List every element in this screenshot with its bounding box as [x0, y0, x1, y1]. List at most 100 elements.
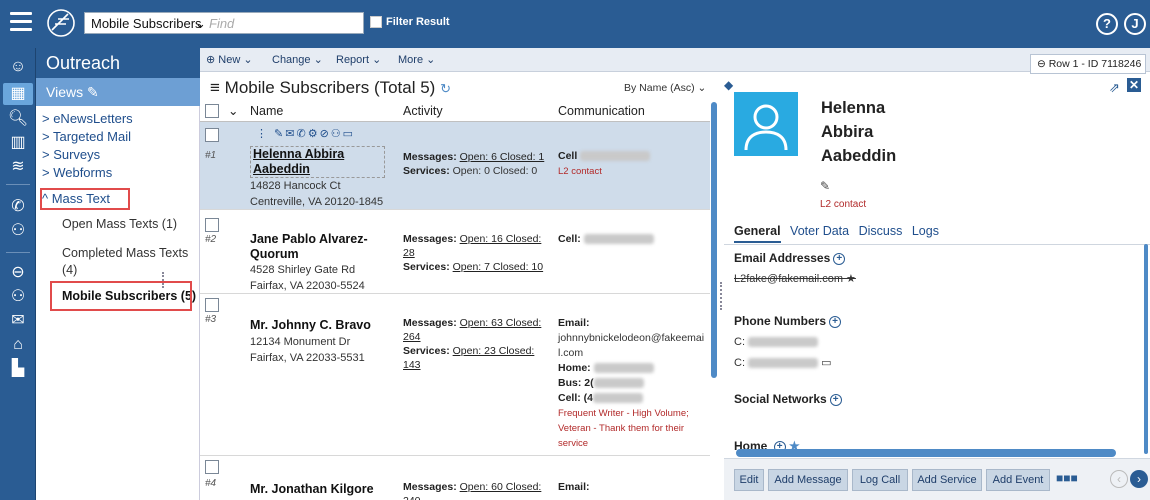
add-user-icon[interactable]: ⚇ [6, 220, 30, 242]
detail-horizontal-scrollbar[interactable] [736, 449, 1116, 457]
mode-select[interactable]: Mobile Subscribers ⌄ Find [84, 12, 364, 34]
nav-link-targeted-mail[interactable]: > Targeted Mail [42, 129, 131, 144]
close-icon[interactable]: ✕ [1127, 78, 1141, 92]
edit-pencil-icon[interactable]: ✎ [820, 179, 830, 193]
phone-row-1[interactable]: C: [734, 336, 819, 348]
tab-discuss[interactable]: Discuss [859, 224, 903, 238]
select-dropdown-icon[interactable]: ⌄ [228, 103, 238, 118]
nav-resize-handle[interactable] [162, 272, 168, 288]
mail-icon[interactable]: ✉ [6, 310, 30, 332]
help-icon[interactable]: ? [1096, 13, 1118, 35]
nav-panel: Outreach Views ✎ > eNewsLetters > Target… [36, 48, 200, 500]
office-icon[interactable]: ▙ [6, 358, 30, 380]
add-service-button[interactable]: Add Service [912, 469, 982, 491]
nav-link-surveys[interactable]: > Surveys [42, 147, 100, 162]
filter-result-toggle[interactable]: Filter Result [370, 16, 450, 28]
select-all-checkbox[interactable] [205, 104, 219, 118]
tab-logs[interactable]: Logs [912, 224, 939, 238]
nav-item-completed-mass-texts[interactable]: Completed Mass Texts (4) [62, 245, 198, 279]
next-record-icon[interactable]: › [1130, 470, 1148, 488]
add-social-icon[interactable]: + [829, 393, 842, 406]
col-name[interactable]: Name [250, 104, 283, 118]
detail-vertical-scrollbar[interactable] [1144, 244, 1148, 454]
edit-button[interactable]: Edit [734, 469, 764, 491]
nav-link-enewsletters[interactable]: > eNewsLetters [42, 111, 133, 126]
find-placeholder[interactable]: Find [209, 16, 234, 31]
sort-selector[interactable]: By Name (Asc) ⌄ [624, 82, 706, 94]
phone-row-2[interactable]: C: ▭ [734, 356, 832, 369]
user-avatar[interactable]: J [1124, 13, 1146, 35]
report-button[interactable]: Report ⌄ [336, 53, 381, 66]
change-label: Change [272, 54, 311, 66]
phone-section-label: Phone Numbers [734, 314, 827, 328]
bus-label: Bus: 2( [558, 377, 594, 389]
table-row[interactable]: #1 ⋮ ✎✉✆⚙⊘⚇▭ Helenna Abbira Aabeddin 148… [200, 122, 710, 210]
filter-lines-icon[interactable]: ≡ [210, 78, 225, 97]
col-communication[interactable]: Communication [558, 104, 645, 118]
contact-tag: L2 contact [558, 166, 602, 177]
log-call-button[interactable]: Log Call [852, 469, 908, 491]
group-icon[interactable]: ⚇ [6, 286, 30, 308]
mobile-subscribers-highlight [50, 281, 192, 311]
add-phone-icon[interactable]: + [829, 315, 842, 328]
phone-icon[interactable]: ✆ [6, 196, 30, 218]
contact-name[interactable]: Mr. Johnny C. Bravo [250, 318, 390, 333]
building-icon[interactable]: ⌂ [6, 334, 30, 356]
row-checkbox[interactable] [205, 298, 219, 312]
row-checkbox[interactable] [205, 460, 219, 474]
table-row[interactable]: #2 Jane Pablo Alvarez-Quorum 4528 Shirle… [200, 210, 710, 294]
row-checkbox[interactable] [205, 218, 219, 232]
search-icon[interactable]: 🔍︎ [6, 108, 30, 130]
services-label: Services: [403, 261, 450, 273]
services-counts[interactable]: Open: 7 Closed: 10 [453, 261, 543, 273]
filter-checkbox[interactable] [370, 16, 382, 28]
add-email-icon[interactable]: + [833, 252, 846, 265]
expand-arrows-icon[interactable]: ◆ [724, 78, 733, 92]
hamburger-menu-icon[interactable] [10, 12, 32, 34]
chevron-down-icon[interactable]: ⌄ [195, 16, 206, 32]
more-actions-icon[interactable]: ■■■ [1056, 471, 1078, 485]
views-grid-icon[interactable]: ▦ [3, 83, 33, 105]
nav-link-webforms[interactable]: > Webforms [42, 165, 112, 180]
cell-label: Cell [558, 150, 578, 162]
row-checkbox[interactable] [205, 128, 219, 142]
tab-voter-data[interactable]: Voter Data [790, 224, 849, 238]
detail-panel: ◆ ⇗ ✕ Helenna Abbira Aabeddin ✎ L2 conta… [724, 76, 1150, 500]
email-value[interactable]: L2fake@fakemail.com ★ [734, 272, 856, 285]
email-value[interactable]: johnnybnickelodeon@fakeemail.com [558, 332, 704, 359]
more-label: More [398, 54, 424, 66]
add-message-button[interactable]: Add Message [768, 469, 848, 491]
mode-label[interactable]: Mobile Subscribers [91, 16, 202, 31]
more-button[interactable]: More ⌄ [398, 53, 435, 66]
pencil-icon[interactable]: ✎ [87, 84, 99, 100]
sms-icon[interactable]: ▭ [821, 357, 831, 369]
list-scrollbar[interactable] [710, 100, 718, 500]
outreach-icon[interactable]: ☺ [6, 56, 30, 78]
tab-general[interactable]: General [734, 224, 781, 243]
open-external-icon[interactable]: ⇗ [1109, 80, 1120, 96]
messages-counts[interactable]: Open: 6 Closed: 1 [460, 151, 545, 163]
row-action-icons[interactable]: ⋮ ✎✉✆⚙⊘⚇▭ [256, 127, 355, 140]
mass-text-highlight [40, 188, 130, 210]
col-activity[interactable]: Activity [403, 104, 443, 118]
refresh-icon[interactable]: ↻ [440, 81, 451, 96]
nav-item-open-mass-texts[interactable]: Open Mass Texts (1) [62, 216, 198, 233]
new-button[interactable]: ⊕ New ⌄ [206, 53, 253, 66]
cell-label: Cell: (4 [558, 392, 594, 404]
views-header[interactable]: Views ✎ [36, 78, 200, 106]
change-button[interactable]: Change ⌄ [272, 53, 323, 66]
avatar [734, 92, 798, 156]
contact-name[interactable]: Helenna Abbira Aabeddin [250, 146, 385, 178]
inbox-icon[interactable]: ⊖ [6, 262, 30, 284]
bar-chart-icon[interactable]: ▥ [6, 132, 30, 154]
previous-record-icon[interactable]: ‹ [1110, 470, 1128, 488]
services-label: Services: [403, 345, 450, 357]
layers-icon[interactable]: ≋ [6, 156, 30, 178]
table-row[interactable]: #3 Mr. Johnny C. Bravo 12134 Monument Dr… [200, 294, 710, 456]
contact-name[interactable]: Mr. Jonathan Kilgore [250, 482, 400, 497]
table-row[interactable]: #4 Mr. Jonathan Kilgore Messages: Open: … [200, 456, 710, 500]
report-label: Report [336, 54, 370, 66]
add-event-button[interactable]: Add Event [986, 469, 1050, 491]
contact-name[interactable]: Jane Pablo Alvarez-Quorum [250, 232, 390, 262]
address-line-1: 14828 Hancock Ct [250, 180, 341, 192]
